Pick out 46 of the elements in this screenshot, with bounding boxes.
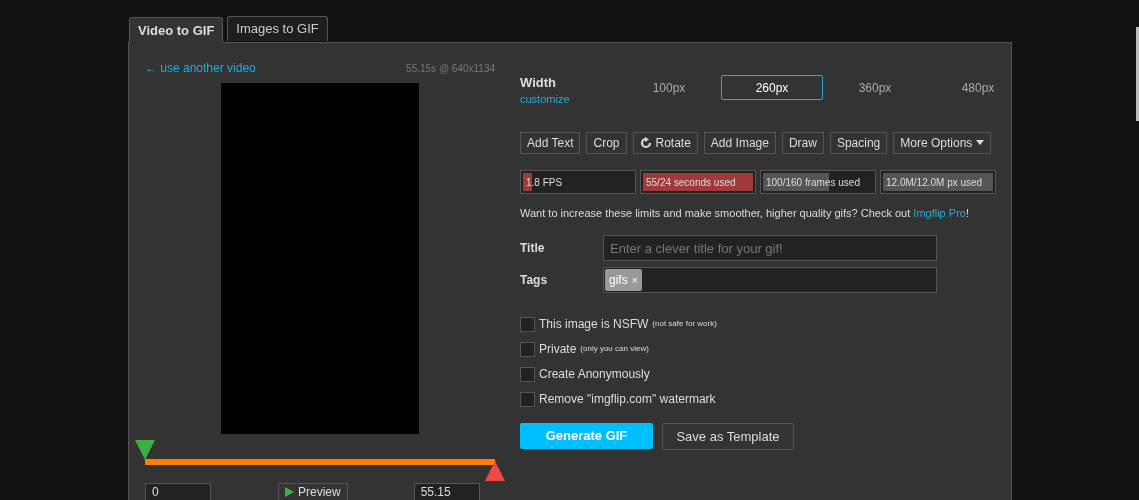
tool-button[interactable]: Spacing: [829, 131, 888, 154]
limit-text: 12.0M/12.0M px used: [886, 175, 983, 190]
play-icon: [285, 487, 294, 497]
width-option[interactable]: 360px: [824, 75, 926, 100]
limit-text: 55/24 seconds used: [646, 175, 736, 190]
start-time-field[interactable]: 0: [145, 483, 211, 500]
checkbox[interactable]: [520, 316, 535, 332]
pro-link[interactable]: Imgflip Pro: [913, 206, 966, 219]
save-template-button[interactable]: Save as Template: [662, 423, 794, 450]
tool-button[interactable]: Add Text: [520, 131, 581, 154]
back-link[interactable]: ← use another video: [145, 59, 256, 77]
tool-button[interactable]: More Options: [893, 131, 992, 154]
tab[interactable]: Images to GIF: [227, 16, 328, 41]
scrollbar-thumb[interactable]: [1136, 27, 1139, 121]
customize-link[interactable]: customize: [520, 91, 620, 108]
tool-button[interactable]: Draw: [781, 131, 824, 154]
checkbox[interactable]: [520, 366, 535, 382]
end-time-field[interactable]: 55.15: [413, 483, 480, 500]
option-label: Create Anonymously: [539, 366, 650, 383]
rotate-icon: [639, 136, 652, 149]
video-info: 55.15s @ 640x1134: [406, 62, 495, 76]
tool-button[interactable]: Add Image: [703, 131, 776, 154]
width-option[interactable]: 480px: [927, 75, 1029, 100]
checkbox[interactable]: [520, 391, 535, 407]
start-handle-icon[interactable]: [135, 440, 155, 460]
title-label: Title: [520, 240, 546, 257]
tool-button[interactable]: Rotate: [632, 131, 698, 154]
option-label: Remove "imgflip.com" watermark: [539, 391, 716, 408]
option-label: Private: [539, 341, 577, 358]
width-label: Width: [520, 75, 557, 91]
tags-label: Tags: [520, 272, 549, 289]
caret-icon: [976, 140, 985, 145]
title-field[interactable]: Enter a clever title for your gif!: [603, 235, 937, 261]
option-note: (only you can view): [580, 343, 649, 355]
width-option[interactable]: 100px: [618, 75, 720, 100]
upsell-text: Want to increase these limits and make smoother, higher quality gifs? Check out Imgflip Pro!: [520, 205, 970, 221]
option-note: (not safe for work): [652, 318, 717, 330]
preview-button[interactable]: Preview: [278, 483, 348, 500]
tool-button[interactable]: Crop: [586, 131, 627, 154]
checkbox[interactable]: [520, 341, 535, 357]
limit-text: 100/160 frames used: [766, 175, 860, 190]
tag-label: gifs: [609, 272, 628, 289]
end-handle-icon[interactable]: [485, 461, 505, 481]
option-label: This image is NSFW: [539, 316, 649, 333]
width-option[interactable]: 260px: [721, 75, 823, 100]
tab[interactable]: Video to GIF: [129, 17, 224, 43]
